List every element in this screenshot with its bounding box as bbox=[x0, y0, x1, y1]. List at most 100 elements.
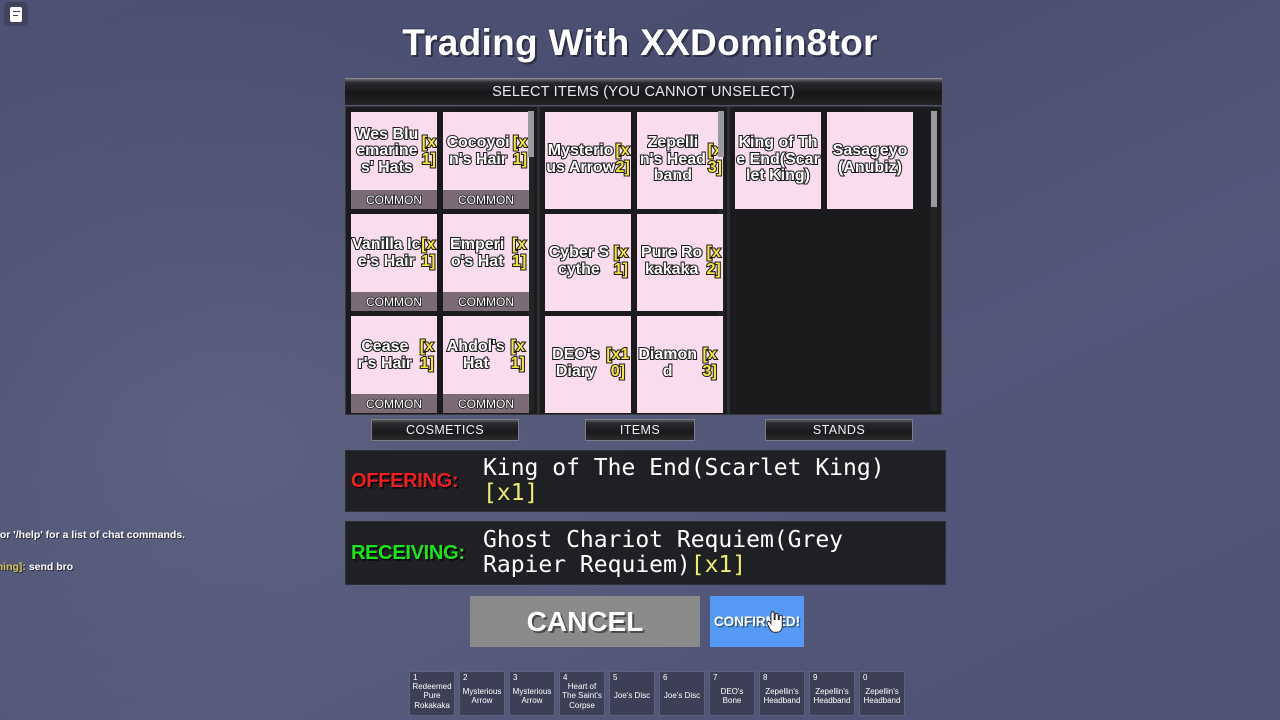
item-name-text: Zepellin's Headband bbox=[639, 133, 707, 185]
hotbar-slot[interactable]: 7 DEO's Bone bbox=[709, 671, 755, 716]
item-name-text: Pure Rokakaka bbox=[640, 243, 703, 279]
item-card-name: Diamond [x3] bbox=[637, 316, 723, 413]
offering-value: King of The End(Scarlet King)[x1] bbox=[483, 456, 945, 506]
chat-system-line: ?' or '/help' for a list of chat command… bbox=[0, 529, 186, 541]
item-card-name: Emperio's Hat [x1] bbox=[443, 214, 529, 292]
hotbar-slot-name: Redeemed Pure Rokakaka bbox=[412, 681, 452, 710]
item-name-text: Sasageyo(Anubiz) bbox=[832, 141, 909, 177]
item-rarity-badge: COMMON bbox=[443, 190, 529, 209]
item-card[interactable]: Cyber Scythe [x1] bbox=[545, 214, 631, 311]
hotbar-slot-key: 3 bbox=[513, 673, 518, 682]
chat-message-text: send bro bbox=[25, 561, 74, 574]
item-name-text: Diamond bbox=[637, 345, 698, 381]
select-items-banner: SELECT ITEMS (YOU CANNOT UNSELECT) bbox=[345, 78, 942, 105]
item-card-name: Ahdol's Hat [x1] bbox=[443, 316, 529, 394]
receiving-item-qty: [x1] bbox=[690, 552, 747, 578]
cancel-button[interactable]: CANCEL bbox=[470, 596, 700, 647]
select-items-label: SELECT ITEMS (YOU CANNOT UNSELECT) bbox=[492, 84, 795, 100]
item-card-name: Mysterious Arrow [x2] bbox=[545, 112, 631, 209]
item-card[interactable]: Ahdol's Hat [x1] COMMON bbox=[443, 316, 529, 413]
item-quantity-badge: [x1] bbox=[613, 243, 629, 279]
item-card[interactable]: Emperio's Hat [x1] COMMON bbox=[443, 214, 529, 311]
item-rarity-badge: COMMON bbox=[351, 394, 437, 413]
item-name-text: Wes Bluemarines' Hats bbox=[354, 125, 419, 177]
item-card-name: Sasageyo(Anubiz) bbox=[827, 112, 913, 209]
hotbar-slot-name: Mysterious Arrow bbox=[512, 686, 552, 705]
item-name-text: King of The End(Scarlet King) bbox=[735, 133, 821, 185]
item-card[interactable]: Mysterious Arrow [x2] bbox=[545, 112, 631, 209]
hotbar-slot[interactable]: 5 Joe's Disc bbox=[609, 671, 655, 716]
hotbar: 1 Redeemed Pure Rokakaka 2 Mysterious Arrow… bbox=[409, 671, 905, 716]
receiving-row: RECEIVING: Ghost Chariot Requiem(Grey Ra… bbox=[345, 521, 946, 585]
item-quantity-badge: [x10] bbox=[605, 345, 630, 381]
hotbar-slot-key: 0 bbox=[863, 673, 868, 682]
item-card-name: Cocoyoin's Hair [x1] bbox=[443, 112, 529, 190]
item-card-name: Vanilla Ice's Hair [x1] bbox=[351, 214, 437, 292]
item-card[interactable]: Zepellin's Headband [x3] bbox=[637, 112, 723, 209]
offering-label: OFFERING: bbox=[351, 469, 459, 492]
item-name-text: Ceaser's Hair bbox=[357, 337, 414, 373]
item-quantity-badge: [x1] bbox=[421, 133, 437, 169]
hotbar-slot-name: Joe's Disc bbox=[663, 691, 701, 701]
item-name-text: Ahdol's Hat bbox=[446, 337, 506, 373]
tab-items[interactable]: ITEMS bbox=[585, 419, 695, 441]
hotbar-slot[interactable]: 4 Heart of The Saint's Corpse bbox=[559, 671, 605, 716]
item-card[interactable]: Vanilla Ice's Hair [x1] COMMON bbox=[351, 214, 437, 311]
hotbar-slot[interactable]: 0 Zepellin's Headband bbox=[859, 671, 905, 716]
offering-item-name: King of The End(Scarlet King) bbox=[483, 455, 885, 482]
item-card[interactable]: Sasageyo(Anubiz) bbox=[827, 112, 913, 209]
hotbar-slot-name: Zepellin's Headband bbox=[813, 686, 851, 705]
hotbar-slot-name: DEO's Bone bbox=[720, 686, 744, 705]
grid-column-cosmetics[interactable]: Wes Bluemarines' Hats [x1] COMMON Cocoyoin'… bbox=[346, 107, 540, 414]
hotbar-slot-name: Zepellin's Headband bbox=[763, 686, 801, 705]
item-card[interactable]: King of The End(Scarlet King) bbox=[735, 112, 821, 209]
item-card[interactable]: Ceaser's Hair [x1] COMMON bbox=[351, 316, 437, 413]
hotbar-slot[interactable]: 2 Mysterious Arrow bbox=[459, 671, 505, 716]
item-name-text: Emperio's Hat bbox=[449, 235, 505, 271]
item-card[interactable]: Pure Rokakaka [x2] bbox=[637, 214, 723, 311]
hotbar-slot-key: 1 bbox=[413, 673, 418, 682]
offering-item-qty: [x1] bbox=[483, 480, 539, 506]
item-name-text: Vanilla Ice's Hair bbox=[351, 235, 422, 271]
confirm-button[interactable]: CONFIRMED! bbox=[710, 596, 804, 647]
item-card[interactable]: Wes Bluemarines' Hats [x1] COMMON bbox=[351, 112, 437, 209]
grid-column-items[interactable]: Mysterious Arrow [x2] Zepellin's Headband[… bbox=[540, 107, 730, 414]
hotbar-slot[interactable]: 6 Joe's Disc bbox=[659, 671, 705, 716]
chat-speaker: aming]: bbox=[0, 561, 26, 574]
item-card[interactable]: Cocoyoin's Hair [x1] COMMON bbox=[443, 112, 529, 209]
cosmetics-scrollbar[interactable] bbox=[528, 111, 534, 411]
tab-stands[interactable]: STANDS bbox=[765, 419, 913, 441]
grid-column-stands[interactable]: King of The End(Scarlet King) Sasageyo(An… bbox=[730, 107, 940, 414]
item-card-name: Wes Bluemarines' Hats [x1] bbox=[351, 112, 437, 190]
receiving-label: RECEIVING: bbox=[351, 541, 465, 564]
page-title: Trading With XXDomin8tor bbox=[402, 22, 878, 63]
item-card[interactable]: Diamond [x3] bbox=[637, 316, 723, 413]
item-name-text: Mysterious Arrow bbox=[545, 141, 616, 177]
stands-scrollbar[interactable] bbox=[931, 111, 937, 411]
item-grid-panel: Wes Bluemarines' Hats [x1] COMMON Cocoyoin'… bbox=[345, 106, 942, 415]
item-quantity-badge: [x1] bbox=[512, 133, 528, 169]
item-card-name: DEO's Diary [x10] bbox=[545, 316, 631, 413]
cancel-button-label: CANCEL bbox=[526, 605, 644, 637]
items-scrollbar[interactable] bbox=[718, 111, 724, 411]
hotbar-slot-name: Joe's Disc bbox=[613, 691, 651, 701]
hotbar-slot[interactable]: 3 Mysterious Arrow bbox=[509, 671, 555, 716]
chat-message-line: aming]: send bro bbox=[0, 560, 230, 574]
tab-cosmetics[interactable]: COSMETICS bbox=[371, 419, 519, 441]
hotbar-slot-key: 9 bbox=[813, 673, 818, 682]
hotbar-slot-key: 8 bbox=[763, 673, 768, 682]
item-quantity-badge: [x1] bbox=[511, 235, 527, 271]
hotbar-slot-name: Heart of The Saint's Corpse bbox=[562, 681, 602, 710]
hotbar-slot-key: 7 bbox=[713, 673, 718, 682]
hotbar-slot[interactable]: 8 Zepellin's Headband bbox=[759, 671, 805, 716]
item-rarity-badge: COMMON bbox=[351, 190, 437, 209]
hotbar-slot[interactable]: 9 Zepellin's Headband bbox=[809, 671, 855, 716]
item-name-text: Cyber Scythe bbox=[548, 243, 611, 279]
item-card[interactable]: DEO's Diary [x10] bbox=[545, 316, 631, 413]
tab-items-label: ITEMS bbox=[619, 423, 661, 437]
item-name-text: DEO's Diary bbox=[551, 345, 600, 381]
hotbar-slot[interactable]: 1 Redeemed Pure Rokakaka bbox=[409, 671, 455, 716]
item-name-text: Cocoyoin's Hair bbox=[445, 133, 510, 169]
hotbar-slot-key: 4 bbox=[563, 673, 568, 682]
item-card-name: Pure Rokakaka [x2] bbox=[637, 214, 723, 311]
